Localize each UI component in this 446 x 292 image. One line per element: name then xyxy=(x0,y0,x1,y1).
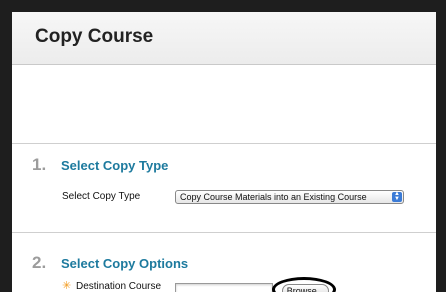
select-arrows-icon: ▲ ▼ xyxy=(392,191,402,202)
step-select-copy-options: 2. Select Copy Options ✳ Destination Cou… xyxy=(12,233,436,292)
page-header: Copy Course xyxy=(12,12,436,65)
step-number: 2. xyxy=(32,253,47,272)
step-title: Select Copy Options xyxy=(61,256,189,271)
page-spacer xyxy=(12,65,436,144)
step-title: Select Copy Type xyxy=(61,158,169,173)
page-title: Copy Course xyxy=(35,26,154,47)
copy-course-panel: Copy Course 1. Select Copy Type Select C… xyxy=(12,12,436,292)
copy-type-selected-value: Copy Course Materials into an Existing C… xyxy=(180,192,367,202)
step-number: 1. xyxy=(32,155,47,174)
step-select-copy-type: 1. Select Copy Type Select Copy Type Cop… xyxy=(12,144,436,233)
destination-course-id-input[interactable] xyxy=(175,283,273,292)
copy-type-label: Select Copy Type xyxy=(62,191,141,202)
required-asterisk-icon: ✳ xyxy=(62,280,72,292)
highlight-circle xyxy=(272,277,336,292)
destination-course-label-line1: Destination Course xyxy=(76,281,162,292)
copy-type-select[interactable]: Copy Course Materials into an Existing C… xyxy=(175,190,404,204)
